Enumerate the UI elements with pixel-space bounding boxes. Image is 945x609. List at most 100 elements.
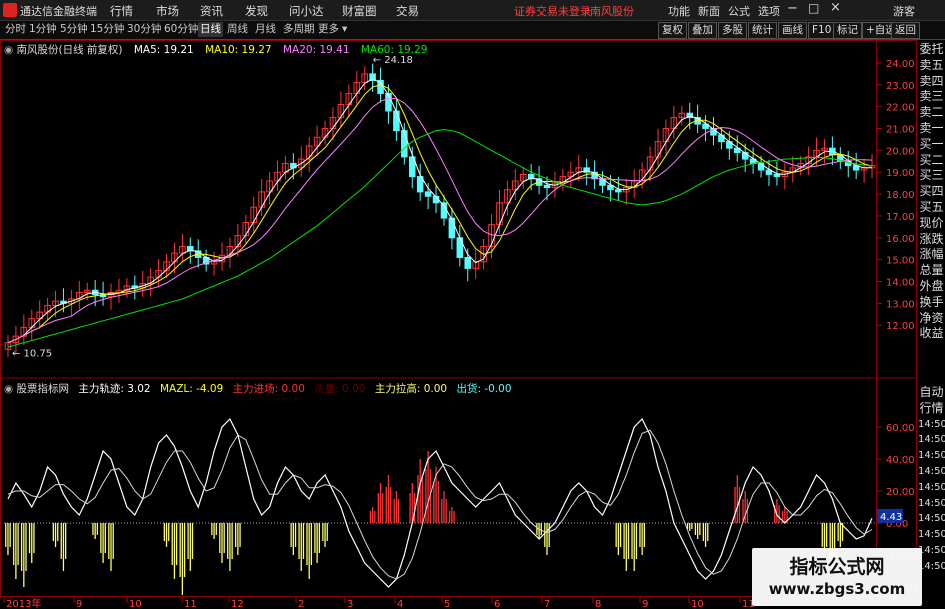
ma5-line: [7, 78, 872, 344]
indicator-title: 股票指标网: [16, 383, 70, 395]
ma20-line: [7, 97, 873, 344]
tab-period-more[interactable]: 更多: [316, 22, 341, 37]
panel-buy3: 买三: [919, 168, 944, 183]
menu-function[interactable]: 功能: [668, 3, 690, 19]
y-tick-label: 21.00: [886, 125, 915, 136]
maximize-icon[interactable]: □: [808, 1, 819, 15]
panel-buy4: 买四: [919, 184, 944, 199]
app-title: 通达信金融终端: [20, 5, 97, 18]
menu-item-news[interactable]: 资讯: [200, 3, 223, 19]
tab-period-5min[interactable]: 5分钟: [58, 22, 90, 37]
panel-entrust[interactable]: 委托: [918, 42, 945, 58]
candle-body: [543, 184, 551, 189]
panel-price: 现价: [919, 215, 944, 230]
tick-time: 14:50: [918, 544, 945, 556]
x-tick-label: 3: [347, 599, 353, 609]
candle-body: [456, 237, 464, 258]
stock-name-header: 南风股份: [590, 5, 634, 18]
menu-item-discover[interactable]: 发现: [245, 3, 268, 19]
x-tick-label: 5: [444, 599, 450, 609]
y-tick-label: 12.00: [886, 321, 915, 332]
y-tick-label: 22.00: [886, 103, 915, 114]
x-tick-label: 11: [184, 599, 197, 609]
candle-body: [464, 256, 472, 269]
f10-button[interactable]: F10: [808, 22, 836, 39]
tab-period-60min[interactable]: 60分钟: [162, 22, 200, 37]
mark-button[interactable]: 标记: [833, 22, 862, 39]
close-icon[interactable]: ×: [830, 0, 841, 15]
adjust-button[interactable]: 复权: [658, 22, 687, 39]
panel-sell3: 卖三: [919, 89, 944, 104]
y-tick-label: 24.00: [886, 59, 915, 70]
app-logo-icon: [3, 3, 17, 17]
moving-average-lines: [7, 78, 873, 348]
tab-period-daily[interactable]: 日线: [198, 22, 223, 37]
candle-body: [773, 173, 781, 178]
legend-ma10: MA10: 19.27: [205, 44, 272, 56]
y-tick-label: 13.00: [886, 299, 915, 310]
tab-period-multi[interactable]: 多周期: [281, 22, 317, 37]
menu-item-wealth[interactable]: 财富圈: [342, 3, 377, 19]
menu-item-xiaoda[interactable]: 问小达: [289, 3, 324, 19]
panel-buy2: 买二: [919, 152, 944, 167]
panel-sell4: 卖四: [919, 73, 944, 88]
y-tick-label: 14.00: [886, 278, 915, 289]
menu-formula[interactable]: 公式: [728, 3, 750, 19]
tick-time: 14:50: [918, 450, 945, 462]
panel-volume: 总量: [919, 263, 944, 278]
menu-item-quotes[interactable]: 行情: [110, 3, 133, 19]
minimize-icon[interactable]: −: [787, 1, 798, 16]
watermark-url: www.zbgs3.com: [768, 580, 906, 598]
back-button[interactable]: 返回: [891, 22, 920, 39]
y-tick-label: 16.00: [886, 234, 915, 245]
tab-period-weekly[interactable]: 周线: [225, 22, 250, 37]
legend-ma20: MA20: 19.41: [282, 44, 350, 56]
chart-title: 南风股份(日线 前复权): [16, 44, 123, 56]
legend-settings-icon[interactable]: ◉: [4, 44, 17, 56]
panel-auto[interactable]: 自动: [918, 385, 945, 401]
x-tick-label: 10: [129, 599, 142, 609]
indicator-settings-icon[interactable]: ◉: [4, 383, 17, 395]
menu-item-market[interactable]: 市场: [156, 3, 179, 19]
menu-options[interactable]: 选项: [758, 3, 780, 19]
x-tick-label: 2: [298, 599, 304, 609]
top-menu-bar: 通达信金融终端 行情 市场 资讯 发现 问小达 财富圈 交易 证券交易未登录 南…: [0, 0, 945, 21]
stats-button[interactable]: 统计: [748, 22, 777, 39]
panel-buy5: 买五: [919, 199, 944, 214]
panel-turnover: 换手: [919, 294, 944, 309]
menu-item-trade[interactable]: 交易: [396, 3, 419, 19]
chevron-down-icon[interactable]: ▾: [340, 22, 349, 37]
sub-y-tick-label: 20.00: [886, 487, 915, 498]
tick-time: 14:50: [918, 434, 945, 446]
stock-chart-canvas[interactable]: 12.00 13.00 14.00 15.00 16.00 17.00 18.00 19.00…: [0, 40, 945, 609]
tick-time: 14:50: [918, 513, 945, 525]
guest-user[interactable]: 游客: [893, 3, 915, 19]
tick-time: 14:50: [918, 497, 945, 509]
tab-period-monthly[interactable]: 月线: [253, 22, 278, 37]
ma10-line: [7, 84, 873, 344]
panel-net-asset: 净资: [919, 310, 944, 325]
panel-change-pct: 涨幅: [919, 247, 944, 262]
x-tick-label: 6: [494, 599, 500, 609]
panel-sell1: 卖一: [919, 120, 944, 135]
main-chart-legend: ◉ 南风股份(日线 前复权) MA5: 19.21 MA10: 19.27 MA…: [4, 42, 427, 57]
candle-body: [401, 130, 408, 158]
multi-stock-button[interactable]: 多股: [718, 22, 747, 39]
tick-time: 14:50: [918, 560, 945, 572]
tab-period-15min[interactable]: 15分钟: [88, 22, 126, 37]
y-tick-label: 17.00: [886, 212, 915, 223]
y-tick-label: 23.00: [886, 81, 915, 92]
period-toolbar: 分时 1分钟 5分钟 15分钟 30分钟 60分钟 日线 周线 月线 多周期 更…: [0, 21, 945, 40]
tick-time: 14:50: [918, 481, 945, 493]
tab-period-intraday[interactable]: 分时: [3, 22, 28, 37]
tab-period-30min[interactable]: 30分钟: [125, 22, 163, 37]
tab-period-1min[interactable]: 1分钟: [27, 22, 59, 37]
kline-group: [4, 63, 876, 357]
overlay-button[interactable]: 叠加: [688, 22, 717, 39]
x-tick-label: 7: [544, 599, 550, 609]
menu-new-layout[interactable]: 新面: [698, 3, 720, 19]
login-status[interactable]: 证券交易未登录: [514, 3, 591, 19]
panel-quotes[interactable]: 行情: [918, 401, 945, 417]
candle-body: [615, 189, 622, 193]
draw-line-button[interactable]: 画线: [778, 22, 807, 39]
